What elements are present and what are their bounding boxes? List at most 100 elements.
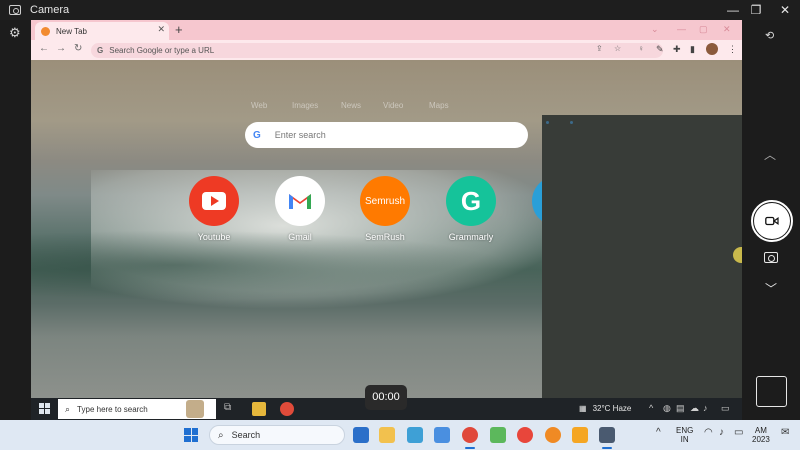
last-capture-thumbnail[interactable]	[756, 376, 787, 407]
shortcut-grammarly[interactable]: G Grammarly	[441, 176, 501, 242]
app-icon[interactable]	[572, 427, 588, 443]
google-g-icon: G	[97, 46, 104, 55]
weather-icon: ▦	[579, 404, 587, 413]
cloud-icon[interactable]: ☁	[690, 403, 699, 414]
notification-icon[interactable]: ▭	[721, 403, 730, 414]
tray-app-icon[interactable]: ◍	[663, 403, 671, 414]
mouse-cursor-icon: ➤	[741, 253, 742, 266]
windows-taskbar: ⌕ Search ^ ENG IN ◠ ♪ ▭ AM 2023 ✉	[0, 420, 800, 450]
recording-timer: 00:00	[365, 385, 407, 410]
shortcut-youtube[interactable]: Youtube	[184, 176, 244, 242]
shortcut-label: Grammarly	[448, 232, 494, 242]
wifi-icon[interactable]: ◠	[704, 427, 713, 438]
weather-text: 32°C Haze	[592, 404, 632, 413]
chevron-up-icon[interactable]: ︿	[764, 146, 776, 163]
volume-icon[interactable]: ♪	[703, 403, 708, 413]
captured-search-box[interactable]: ⌕ Type here to search	[58, 399, 216, 419]
app-icon[interactable]	[407, 427, 423, 443]
clock-time: AM	[754, 426, 767, 435]
close-button[interactable]: ✕	[777, 2, 793, 18]
language-region: IN	[680, 435, 689, 444]
chrome-icon[interactable]	[462, 427, 478, 443]
camera-switch-icon[interactable]: ⟲	[765, 29, 774, 42]
search-link-images[interactable]: Images	[292, 101, 318, 110]
dark-overlay-panel	[542, 115, 742, 398]
shortcut-label: SemRush	[365, 232, 405, 242]
chrome-icon[interactable]	[280, 402, 294, 416]
profile-avatar[interactable]	[706, 43, 718, 55]
tray-chevron-icon[interactable]: ^	[656, 427, 661, 438]
tab-favicon-icon	[41, 26, 50, 36]
app-icon[interactable]	[490, 427, 506, 443]
notification-bell-icon[interactable]: ✉	[781, 427, 789, 438]
windows-start-icon[interactable]	[39, 403, 50, 414]
settings-icon[interactable]: ⚙	[9, 25, 21, 41]
bookmark-star-icon[interactable]: ☆	[614, 44, 621, 53]
search-link-news[interactable]: News	[341, 101, 361, 110]
firefox-icon[interactable]	[545, 427, 561, 443]
new-tab-page: Web Images News Video Maps G Enter searc…	[31, 60, 742, 398]
menu-kebab-icon[interactable]: ⋮	[728, 44, 737, 55]
minimize-button[interactable]: —	[725, 2, 741, 18]
battery-icon[interactable]: ▭	[734, 427, 743, 438]
google-logo-icon: G	[253, 129, 261, 141]
clock-year: 2023	[752, 435, 770, 444]
task-view-icon[interactable]: ⧉	[224, 402, 238, 416]
browser-maximize-icon[interactable]: ▢	[699, 24, 708, 35]
shortcut-label: Gmail	[288, 232, 312, 242]
new-tab-button[interactable]: +	[175, 22, 183, 38]
file-explorer-icon[interactable]	[379, 427, 395, 443]
shortcut-label: Youtube	[197, 232, 231, 242]
share-icon[interactable]: ⇪	[596, 44, 603, 53]
tab-close-icon[interactable]: ✕	[157, 24, 165, 35]
language-indicator[interactable]: ENG IN	[676, 426, 693, 444]
browser-toolbar: ← → ↻ G Search Google or type a URL ⇪ ☆ …	[31, 40, 742, 60]
search-link-web[interactable]: Web	[251, 101, 267, 110]
forward-icon[interactable]: →	[56, 43, 66, 54]
photo-mode-icon[interactable]	[764, 252, 778, 263]
lightbulb-icon[interactable]: ♀	[638, 44, 644, 53]
back-icon[interactable]: ←	[39, 43, 49, 54]
extension-icon[interactable]: ✎	[656, 44, 664, 55]
video-record-inner	[754, 203, 790, 239]
weather-widget[interactable]: ▦ 32°C Haze	[579, 404, 631, 413]
notepad-icon[interactable]	[434, 427, 450, 443]
sidebar-icon[interactable]: ▮	[690, 44, 695, 55]
tray-chevron-icon[interactable]: ^	[649, 403, 653, 413]
chrome-icon[interactable]	[517, 427, 533, 443]
tray-app-icon[interactable]: ▤	[676, 403, 685, 414]
tab-search-chevron-icon[interactable]: ⌄	[651, 24, 659, 35]
camera-app-icon[interactable]	[599, 427, 615, 443]
search-link-video[interactable]: Video	[383, 101, 403, 110]
maximize-button[interactable]: ❐	[748, 2, 764, 18]
search-link-maps[interactable]: Maps	[429, 101, 449, 110]
youtube-icon	[189, 176, 239, 226]
tab-title: New Tab	[56, 26, 87, 36]
shortcut-semrush[interactable]: Semrush SemRush	[355, 176, 415, 242]
search-highlight-icon	[186, 400, 204, 418]
captured-search-placeholder: Type here to search	[77, 404, 148, 414]
store-icon[interactable]	[353, 427, 369, 443]
tab-new-tab[interactable]: New Tab ✕	[35, 22, 169, 40]
gmail-icon	[275, 176, 325, 226]
video-record-button[interactable]	[751, 200, 793, 242]
overlay-dot	[570, 121, 573, 124]
shortcut-gmail[interactable]: Gmail	[270, 176, 330, 242]
tab-strip: New Tab ✕ + ⌄ — ▢ ✕	[31, 20, 742, 40]
clock[interactable]: AM 2023	[752, 426, 770, 444]
puzzle-icon[interactable]: ✚	[673, 44, 681, 55]
taskbar-search-box[interactable]: ⌕ Search	[209, 425, 345, 445]
ntp-search-box[interactable]: G Enter search	[245, 122, 528, 148]
browser-minimize-icon[interactable]: —	[677, 24, 686, 34]
browser-close-icon[interactable]: ✕	[723, 24, 731, 35]
file-explorer-icon[interactable]	[252, 402, 266, 416]
video-camera-icon	[765, 216, 779, 226]
active-indicator	[602, 447, 612, 449]
app-title: Camera	[30, 4, 70, 16]
reload-icon[interactable]: ↻	[74, 43, 82, 54]
chevron-down-icon[interactable]: ﹀	[765, 280, 777, 297]
active-indicator	[465, 447, 475, 449]
start-button-icon[interactable]	[184, 428, 198, 442]
volume-icon[interactable]: ♪	[719, 427, 724, 438]
address-bar[interactable]: G Search Google or type a URL ⇪ ☆ ♀	[91, 43, 663, 58]
